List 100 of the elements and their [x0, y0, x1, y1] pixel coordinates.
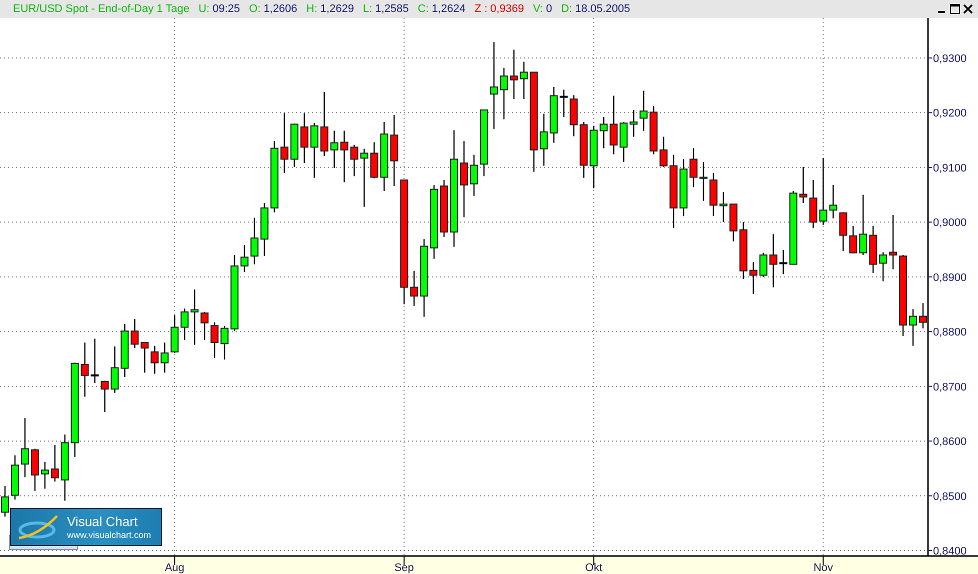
- candlestick: [40, 462, 49, 489]
- candlestick: [310, 123, 318, 178]
- candlestick: [759, 252, 768, 277]
- candlestick: [350, 144, 358, 176]
- candlestick: [150, 346, 159, 374]
- candlestick: [600, 117, 608, 148]
- candlestick: [859, 194, 868, 255]
- candlestick: [380, 122, 388, 191]
- candlestick: [500, 68, 508, 120]
- price-axis-label: 0,8500: [933, 490, 967, 503]
- candlestick: [779, 250, 788, 274]
- candlestick: [650, 106, 658, 154]
- price-axis-label: 0,8400: [933, 546, 967, 558]
- candlestick: [570, 95, 578, 136]
- candlestick: [440, 180, 448, 237]
- candlestick: [30, 448, 39, 491]
- logo-title: Visual Chart: [67, 514, 139, 528]
- candlestick: [120, 324, 129, 378]
- candlestick: [630, 110, 638, 137]
- candlestick: [729, 204, 738, 242]
- candlestick: [360, 148, 368, 207]
- candlestick: [410, 270, 418, 306]
- field-value: 0: [546, 3, 552, 15]
- candlestick: [280, 113, 288, 173]
- candlestick: [180, 308, 189, 340]
- candlestick: [620, 122, 628, 162]
- candlestick: [680, 159, 688, 216]
- candlestick: [300, 113, 308, 164]
- candlestick: [909, 309, 918, 346]
- candlestick: [370, 142, 378, 178]
- candlestick: [699, 162, 708, 201]
- candlestick: [160, 342, 169, 373]
- candlestick: [550, 86, 558, 143]
- field-label: O:: [249, 3, 261, 15]
- candlestick: [799, 166, 808, 203]
- candlestick: [320, 92, 328, 156]
- candlestick: [510, 50, 518, 99]
- candlestick: [50, 444, 59, 482]
- maximize-icon[interactable]: [950, 4, 960, 14]
- candlestick: [690, 148, 698, 188]
- field-label: C:: [418, 3, 429, 15]
- candlestick: [250, 218, 258, 264]
- candlestick: [240, 245, 248, 272]
- field-label: H:: [306, 3, 318, 15]
- candlestick: [809, 180, 818, 228]
- candlestick: [869, 226, 878, 274]
- field-label: U:: [198, 3, 210, 15]
- candlestick: [210, 322, 219, 358]
- date-axis-label: Aug: [164, 562, 184, 574]
- date-axis-label: Nov: [813, 562, 833, 574]
- price-axis-label: 0,8900: [933, 272, 967, 284]
- field-label: V:: [532, 3, 543, 15]
- candlestick: [270, 141, 278, 212]
- candlestick: [60, 434, 69, 501]
- field-value: 1,2585: [375, 3, 409, 15]
- candlestick: [540, 114, 548, 166]
- price-axis-label: 0,8800: [933, 326, 967, 339]
- candlestick: [10, 455, 19, 500]
- candlestick: [719, 192, 728, 222]
- candlestick: [480, 109, 488, 176]
- candlestick: [739, 222, 748, 280]
- candlestick: [260, 203, 268, 256]
- price-axis-label: 0,8600: [933, 436, 967, 448]
- candlestick: [20, 418, 29, 478]
- logo-url: www.visualchart.com: [67, 528, 152, 540]
- candlestick: [170, 315, 179, 353]
- candlestick: [879, 252, 888, 282]
- candlestick: [819, 158, 828, 225]
- field-value: 1,2606: [264, 3, 298, 15]
- candlestick: [849, 226, 858, 254]
- candlestick: [340, 130, 348, 182]
- candlestick: [470, 154, 478, 196]
- candlestick: [140, 342, 149, 373]
- field-value: 09:25: [212, 3, 240, 15]
- candlestick: [90, 338, 99, 384]
- field-label: L:: [362, 3, 372, 15]
- field-value: 18.05.2005: [575, 3, 630, 15]
- candlestick: [839, 212, 848, 252]
- field-label: D:: [561, 3, 572, 15]
- price-axis-label: 0,9000: [933, 217, 967, 230]
- candlestick: [390, 114, 398, 186]
- chart-title: EUR/USD Spot - End-of-Day 1 Tage: [13, 3, 190, 15]
- price-axis-label: 0,9100: [933, 162, 967, 174]
- candlestick: [110, 346, 119, 393]
- candlestick: [590, 126, 598, 188]
- date-axis-label: Okt: [585, 562, 602, 574]
- date-axis-label: Sep: [394, 562, 414, 574]
- candlestick: [220, 326, 229, 360]
- field-value: 1,2624: [432, 3, 466, 15]
- candlestick: [660, 136, 668, 167]
- price-axis-label: 0,8700: [933, 381, 967, 394]
- candlestick: [560, 90, 568, 118]
- candlestick: [709, 172, 718, 216]
- candlestick: [610, 96, 618, 154]
- candlestick: [1, 486, 9, 517]
- candlestick: [330, 130, 338, 168]
- close-icon[interactable]: [963, 4, 973, 14]
- candlestick: [290, 124, 298, 167]
- candlestick: [190, 289, 199, 345]
- candlestick: [889, 215, 898, 270]
